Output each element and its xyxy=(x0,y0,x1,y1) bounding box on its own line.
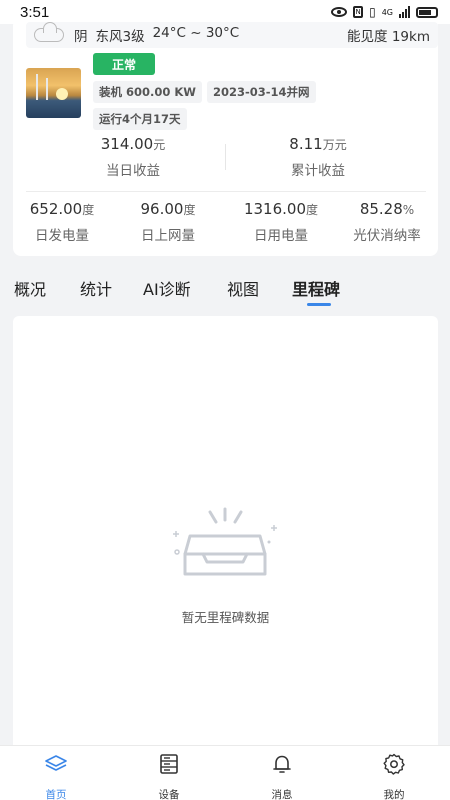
energy-label: 日发电量 xyxy=(35,228,89,244)
grid-date-chip: 2023-03-14并网 xyxy=(207,81,316,103)
weather-condition: 阴 xyxy=(74,29,88,45)
energy-unit: 度 xyxy=(306,203,319,217)
today-earnings-unit: 元 xyxy=(153,138,166,152)
home-layers-icon xyxy=(45,755,67,771)
nav-profile[interactable]: 我的 xyxy=(364,752,424,800)
total-earnings-value: 8.11 xyxy=(289,135,323,153)
weather-wind: 东风3级 xyxy=(95,29,145,45)
gear-icon xyxy=(383,753,405,775)
today-earnings: 314.00元 当日收益 xyxy=(33,135,233,179)
energy-value: 96.00 xyxy=(140,200,184,218)
empty-inbox-icon xyxy=(173,507,277,576)
nav-label: 我的 xyxy=(383,789,405,800)
nav-devices[interactable]: 设备 xyxy=(139,752,199,800)
weather-temp: 24°C ~ 30°C xyxy=(152,25,240,41)
energy-label: 日上网量 xyxy=(141,228,195,244)
network-type: 4G xyxy=(381,7,393,17)
total-earnings: 8.11万元 累计收益 xyxy=(218,135,418,179)
total-earnings-unit: 万元 xyxy=(322,138,347,152)
energy-value: 652.00 xyxy=(29,200,83,218)
today-earnings-label: 当日收益 xyxy=(106,163,160,179)
energy-value: 1316.00 xyxy=(243,200,306,218)
empty-state-text: 暂无里程碑数据 xyxy=(181,610,270,625)
energy-stat-daily-grid: 96.00度 日上网量 xyxy=(118,200,218,244)
nfc-icon: N xyxy=(353,6,364,18)
bottom-nav: 首页 设备 消息 我的 xyxy=(0,745,450,800)
card-divider xyxy=(26,191,426,192)
bell-icon xyxy=(273,755,291,773)
tab-view[interactable]: 视图 xyxy=(227,276,259,300)
energy-value: 85.28 xyxy=(359,200,403,218)
tab-overview[interactable]: 概况 xyxy=(14,276,46,300)
station-photo[interactable] xyxy=(26,68,81,118)
nav-label: 首页 xyxy=(45,789,67,800)
tab-statistics[interactable]: 统计 xyxy=(80,276,112,300)
energy-stat-daily-generation: 652.00度 日发电量 xyxy=(12,200,112,244)
eye-icon xyxy=(331,7,348,17)
energy-label: 光伏消纳率 xyxy=(353,228,421,244)
cloud-icon xyxy=(34,22,64,42)
section-tabs: 概况 统计 AI诊断 视图 里程碑 xyxy=(0,270,450,310)
station-card: 阴 东风3级 24°C ~ 30°C 能见度 19km 正常 装机 600.00… xyxy=(13,18,438,256)
total-earnings-label: 累计收益 xyxy=(291,163,345,179)
signal-icon xyxy=(399,6,410,18)
active-tab-indicator xyxy=(307,303,331,306)
energy-unit: % xyxy=(402,203,415,217)
running-time-chip: 运行4个月17天 xyxy=(93,108,187,130)
tab-ai-diagnosis[interactable]: AI诊断 xyxy=(143,276,191,300)
energy-unit: 度 xyxy=(183,203,196,217)
system-icons: N ▯ 4G xyxy=(331,5,438,19)
today-earnings-value: 314.00 xyxy=(100,135,154,153)
weather-bar: 阴 东风3级 24°C ~ 30°C 能见度 19km xyxy=(26,22,438,48)
energy-label: 日用电量 xyxy=(254,228,308,244)
energy-stat-pv-absorption: 85.28% 光伏消纳率 xyxy=(337,200,437,244)
weather-visibility: 能见度 19km xyxy=(347,29,430,45)
nav-home[interactable]: 首页 xyxy=(26,752,86,800)
milestone-panel: 暂无里程碑数据 xyxy=(13,316,438,756)
battery-icon xyxy=(416,6,438,18)
nav-messages[interactable]: 消息 xyxy=(252,752,312,800)
device-server-icon xyxy=(160,754,178,774)
status-badge: 正常 xyxy=(93,53,155,75)
nav-label: 设备 xyxy=(158,789,180,800)
energy-unit: 度 xyxy=(82,203,95,217)
capacity-chip: 装机 600.00 KW xyxy=(93,81,202,103)
vibrate-icon: ▯ xyxy=(369,5,376,19)
energy-stat-daily-consumption: 1316.00度 日用电量 xyxy=(231,200,331,244)
tab-milestone[interactable]: 里程碑 xyxy=(292,276,340,300)
nav-label: 消息 xyxy=(271,789,293,800)
